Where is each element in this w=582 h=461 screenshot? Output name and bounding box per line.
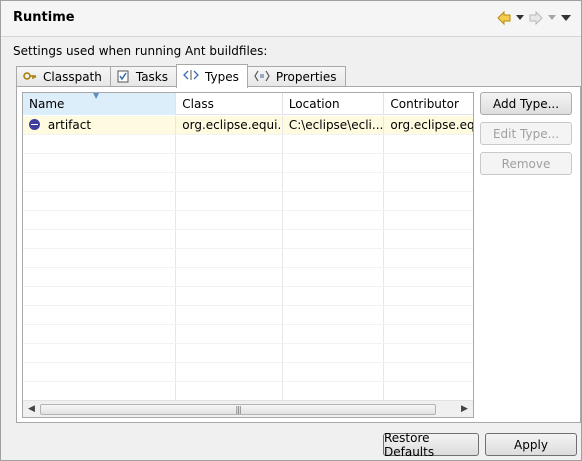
- column-header-contributor[interactable]: Contributor: [384, 93, 473, 115]
- scroll-track[interactable]: |||: [40, 403, 456, 415]
- table-header: ▼ Name Class Location Contributor: [23, 93, 473, 115]
- empty-row: [23, 211, 473, 230]
- tab-classpath[interactable]: Classpath: [16, 66, 111, 87]
- tab-tasks[interactable]: Tasks: [109, 66, 178, 87]
- empty-row: [23, 325, 473, 344]
- tab-classpath-label: Classpath: [43, 70, 102, 84]
- page-title: Runtime: [13, 10, 75, 25]
- tab-types-label: Types: [205, 69, 239, 84]
- table-row[interactable]: artifact org.eclipse.equi... C:\eclipse\…: [23, 116, 473, 135]
- type-icon: [29, 119, 40, 130]
- empty-row: [23, 268, 473, 287]
- class-cell: org.eclipse.equi...: [176, 116, 283, 134]
- types-icon: [183, 69, 199, 84]
- page-description: Settings used when running Ant buildfile…: [13, 44, 268, 58]
- forward-dropdown-icon[interactable]: [547, 9, 557, 27]
- contributor-cell: org.eclipse.eq...: [390, 118, 473, 132]
- tab-tasks-label: Tasks: [135, 70, 169, 84]
- empty-row: [23, 230, 473, 249]
- forward-arrow-icon[interactable]: [527, 9, 545, 27]
- empty-row: [23, 344, 473, 363]
- empty-row: [23, 306, 473, 325]
- empty-row: [23, 382, 473, 401]
- restore-defaults-button[interactable]: Restore Defaults: [383, 431, 479, 459]
- empty-row: [23, 173, 473, 192]
- empty-row: [23, 249, 473, 268]
- scroll-right-icon[interactable]: ▶: [456, 401, 473, 418]
- empty-row: [23, 363, 473, 382]
- classpath-icon: [23, 69, 37, 86]
- view-menu-icon[interactable]: [559, 9, 573, 27]
- table-body: artifact org.eclipse.equi... C:\eclipse\…: [23, 116, 473, 401]
- cell-text: artifact: [47, 118, 92, 132]
- column-label: Contributor: [390, 97, 459, 111]
- empty-row: [23, 135, 473, 154]
- edit-type-button[interactable]: Edit Type...: [480, 122, 572, 145]
- page-header: Runtime: [1, 1, 581, 37]
- empty-row: [23, 154, 473, 173]
- back-dropdown-icon[interactable]: [515, 9, 525, 27]
- apply-button[interactable]: Apply: [485, 433, 577, 456]
- tab-properties-label: Properties: [275, 70, 337, 84]
- tab-strip: Classpath Tasks Types Properties: [16, 64, 346, 88]
- scroll-thumb[interactable]: |||: [40, 403, 436, 415]
- name-cell: artifact: [23, 116, 177, 134]
- scroll-left-icon[interactable]: ◀: [23, 401, 40, 418]
- column-label: Name: [29, 97, 65, 111]
- tab-properties[interactable]: Properties: [246, 66, 346, 87]
- empty-row: [23, 287, 473, 306]
- add-type-button[interactable]: Add Type...: [480, 92, 572, 115]
- column-header-name[interactable]: ▼ Name: [23, 93, 177, 115]
- navigation-controls: [495, 9, 573, 27]
- empty-row: [23, 192, 473, 211]
- column-label: Class: [182, 97, 214, 111]
- types-table[interactable]: ▼ Name Class Location Contributor artifa…: [22, 92, 474, 418]
- tab-types[interactable]: Types: [176, 64, 248, 88]
- location-cell: C:\eclipse\ecli...: [283, 116, 385, 134]
- column-header-location[interactable]: Location: [283, 93, 385, 115]
- table-action-buttons: Add Type... Edit Type... Remove: [480, 92, 572, 182]
- column-header-class[interactable]: Class: [176, 93, 283, 115]
- types-tab-panel: ▼ Name Class Location Contributor artifa…: [16, 86, 581, 423]
- horizontal-scrollbar[interactable]: ◀ ||| ▶: [23, 400, 473, 417]
- column-label: Location: [288, 97, 340, 111]
- tasks-icon: [117, 69, 130, 86]
- sort-indicator-icon: ▼: [93, 93, 100, 100]
- back-arrow-icon[interactable]: [495, 9, 513, 27]
- preference-page: Runtime Settings used when running Ant b…: [0, 0, 582, 461]
- properties-icon: [254, 70, 270, 85]
- remove-button[interactable]: Remove: [480, 152, 572, 175]
